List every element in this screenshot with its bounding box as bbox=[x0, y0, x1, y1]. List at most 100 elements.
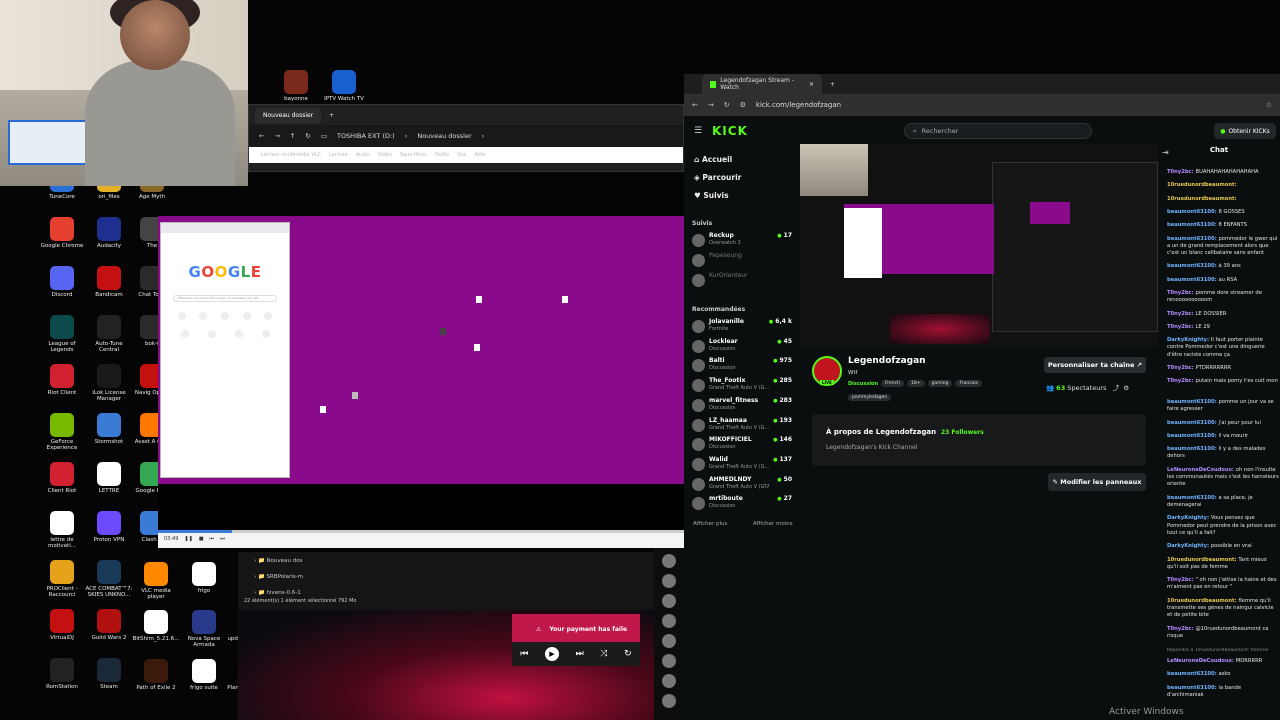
next-icon[interactable]: ⏭ bbox=[220, 536, 225, 542]
desktop-icon-b[interactable]: Path of Exile 2 bbox=[132, 659, 180, 691]
desktop-icon-c2[interactable]: Audacity bbox=[85, 217, 133, 249]
up-icon[interactable]: ↑ bbox=[290, 132, 295, 140]
stream-player[interactable] bbox=[800, 144, 1158, 346]
path-drive[interactable]: TOSHIBA EXT (D:) bbox=[337, 132, 395, 140]
desktop-icon-c1[interactable]: RomStation bbox=[38, 658, 86, 690]
chat-username[interactable]: DarkyKnighty: bbox=[1167, 543, 1211, 549]
repeat-icon[interactable]: ↻ bbox=[624, 649, 632, 659]
chat-username[interactable]: T0ny2bc: bbox=[1167, 311, 1196, 317]
shuffle-icon[interactable]: ⤨ bbox=[600, 649, 607, 659]
category-link[interactable]: Discussion bbox=[848, 381, 878, 387]
desktop-icon-b[interactable]: frigo suite bbox=[180, 659, 228, 691]
sidebar-channel[interactable]: MIKOFFICIELDiscussion 146 bbox=[692, 436, 792, 454]
desktop-icon-c2[interactable]: iLok License Manager bbox=[85, 364, 133, 403]
chat-username[interactable]: beaumont63100: bbox=[1167, 263, 1219, 269]
share-icon[interactable]: ⤴ bbox=[1113, 384, 1120, 392]
desktop-icon-c2[interactable]: Bandicam bbox=[85, 266, 133, 298]
vlc-menu-item[interactable]: Vue bbox=[457, 152, 466, 158]
chat-username[interactable]: T0ny2bc: bbox=[1167, 290, 1196, 296]
edit-panels-button[interactable]: ✎ Modifier les panneaux bbox=[1048, 473, 1146, 491]
customize-channel-button[interactable]: Personnaliser ta chaîne ↗ bbox=[1044, 357, 1146, 373]
reload-icon[interactable]: ↻ bbox=[724, 101, 730, 109]
desktop-icon-c2[interactable]: LETTRE bbox=[85, 462, 133, 494]
chat-username[interactable]: beaumont63100: bbox=[1167, 399, 1219, 405]
folder-item[interactable]: › 📁 hivens-0.6-1 bbox=[254, 590, 301, 596]
folder-item[interactable]: › 📁 SRBPolaris-m bbox=[254, 574, 303, 580]
chat-username[interactable]: T0ny2bc: bbox=[1167, 626, 1196, 632]
chat-username[interactable]: LeNeuroneDeCoudoux: bbox=[1167, 658, 1236, 664]
kick-search-input[interactable]: ⌕ Rechercher bbox=[904, 123, 1092, 139]
next-track-icon[interactable]: ⏭ bbox=[576, 649, 584, 659]
chat-username[interactable]: T0ny2bc: bbox=[1167, 365, 1196, 371]
vlc-seek-bar[interactable] bbox=[158, 530, 684, 533]
chat-username[interactable]: T0ny2bc: bbox=[1167, 577, 1196, 583]
desktop-icon-top[interactable]: bayonne bbox=[272, 70, 320, 102]
get-kicks-button[interactable]: ● Obtenir KICKs bbox=[1214, 123, 1276, 139]
nav-following[interactable]: ♥ Suivis bbox=[694, 191, 729, 200]
vlc-menu-item[interactable]: Aide bbox=[474, 152, 485, 158]
back-icon[interactable]: ← bbox=[259, 132, 264, 140]
sidebar-channel[interactable]: marvel_fitnessDiscussion 283 bbox=[692, 397, 792, 415]
sidebar-channel[interactable]: AHMEDLNDYGrand Theft Auto V (GTA) 50 bbox=[692, 476, 792, 494]
desktop-icon-c1[interactable]: Google Chrome bbox=[38, 217, 86, 249]
menu-icon[interactable]: ☰ bbox=[694, 126, 702, 136]
stop-icon[interactable]: ■ bbox=[199, 536, 204, 542]
chat-username[interactable]: beaumont63100: bbox=[1167, 277, 1219, 283]
desktop-icon-c2[interactable]: Auto-Tune Central bbox=[85, 315, 133, 354]
vlc-menu-item[interactable]: Audio bbox=[356, 152, 370, 158]
desktop-icon-c2[interactable]: Guild Wars 2 bbox=[85, 609, 133, 641]
address-bar[interactable]: kick.com/legendofzagan bbox=[756, 101, 841, 109]
chat-username[interactable]: T0ny2bc: bbox=[1167, 378, 1196, 384]
nav-browse[interactable]: ◈ Parcourir bbox=[694, 173, 741, 182]
chat-username[interactable]: beaumont63100: bbox=[1167, 222, 1219, 228]
chat-username[interactable]: beaumont63100: bbox=[1167, 420, 1219, 426]
sidebar-channel[interactable]: JolavanilleFortnite 6,4 k bbox=[692, 318, 792, 336]
tag[interactable]: gaming bbox=[927, 380, 953, 387]
new-tab-icon[interactable]: + bbox=[329, 112, 334, 119]
nav-home[interactable]: ⌂ Accueil bbox=[694, 155, 732, 164]
desktop-icon-c1[interactable]: Riot Client bbox=[38, 364, 86, 396]
chat-username[interactable]: LeNeuroneDeCoudoux: bbox=[1167, 467, 1236, 473]
show-less-button[interactable]: Afficher moins bbox=[753, 521, 793, 527]
chat-username[interactable]: T0ny2bc: bbox=[1167, 169, 1196, 175]
tag[interactable]: pommyledagen bbox=[848, 394, 892, 401]
desktop-icon-c1[interactable]: GeForce Experience bbox=[38, 413, 86, 452]
pause-icon[interactable]: ❚❚ bbox=[184, 536, 192, 542]
desktop-icon-c1[interactable]: PROClient - Raccourci bbox=[38, 560, 86, 599]
chat-username[interactable]: DarkyKnighty: bbox=[1167, 515, 1211, 521]
desktop-icon-c1[interactable]: Client Riot bbox=[38, 462, 86, 494]
desktop-icon-c2[interactable]: Stormshot bbox=[85, 413, 133, 445]
sidebar-channel[interactable]: LZ_haamaaGrand Theft Auto V (G... 193 bbox=[692, 417, 792, 435]
forward-icon[interactable]: → bbox=[274, 132, 279, 140]
desktop-icon-b[interactable]: frigo bbox=[180, 562, 228, 594]
google-search-box[interactable]: Effectuez une recherche Google ou saisis… bbox=[173, 295, 277, 302]
browser-tab[interactable]: Legendofzagan Stream - Watch ✕ bbox=[702, 74, 822, 94]
desktop-icon-top[interactable]: IPTV Watch TV bbox=[320, 70, 368, 102]
bookmark-star-icon[interactable]: ☆ bbox=[1266, 101, 1272, 109]
show-more-button[interactable]: Afficher plus bbox=[693, 521, 727, 527]
chat-username[interactable]: 10ruedunordbeaumont: bbox=[1167, 196, 1237, 202]
refresh-icon[interactable]: ↻ bbox=[305, 132, 310, 140]
chat-username[interactable]: beaumont63100: bbox=[1167, 236, 1219, 242]
sidebar-channel[interactable]: ReckupOverwatch 2 17 bbox=[692, 232, 792, 250]
sidebar-channel[interactable]: KurOrienteur bbox=[692, 272, 792, 290]
desktop-icon-c2[interactable]: Steam bbox=[85, 658, 133, 690]
forward-icon[interactable]: → bbox=[708, 101, 714, 109]
tag[interactable]: French bbox=[881, 380, 904, 387]
sidebar-channel[interactable]: The_FootixGrand Theft Auto V (G... 285 bbox=[692, 377, 792, 395]
payment-toast[interactable]: ⚠ Your payment has faile bbox=[512, 614, 640, 644]
sidebar-channel[interactable]: LocklearDiscussion 45 bbox=[692, 338, 792, 356]
tag[interactable]: Francais bbox=[955, 380, 983, 387]
sidebar-channel[interactable]: Pepesoung bbox=[692, 252, 792, 270]
explorer-tab[interactable]: Nouveau dossier bbox=[255, 107, 322, 123]
back-icon[interactable]: ← bbox=[692, 101, 698, 109]
sidebar-channel[interactable]: BaltiDiscussion 975 bbox=[692, 357, 792, 375]
vlc-menu-item[interactable]: Lecteur multimédia VLC bbox=[261, 152, 321, 158]
desktop-icon-b[interactable]: VLC media player bbox=[132, 562, 180, 601]
chat-username[interactable]: beaumont63100: bbox=[1167, 671, 1219, 677]
desktop-icon-b[interactable]: BitShim_5.21.6... bbox=[132, 610, 180, 642]
vlc-menu-item[interactable]: Vidéo bbox=[378, 152, 392, 158]
play-icon[interactable]: ▶ bbox=[545, 647, 559, 661]
chat-username[interactable]: beaumont63100: bbox=[1167, 685, 1219, 691]
previous-track-icon[interactable]: ⏮ bbox=[520, 649, 528, 659]
